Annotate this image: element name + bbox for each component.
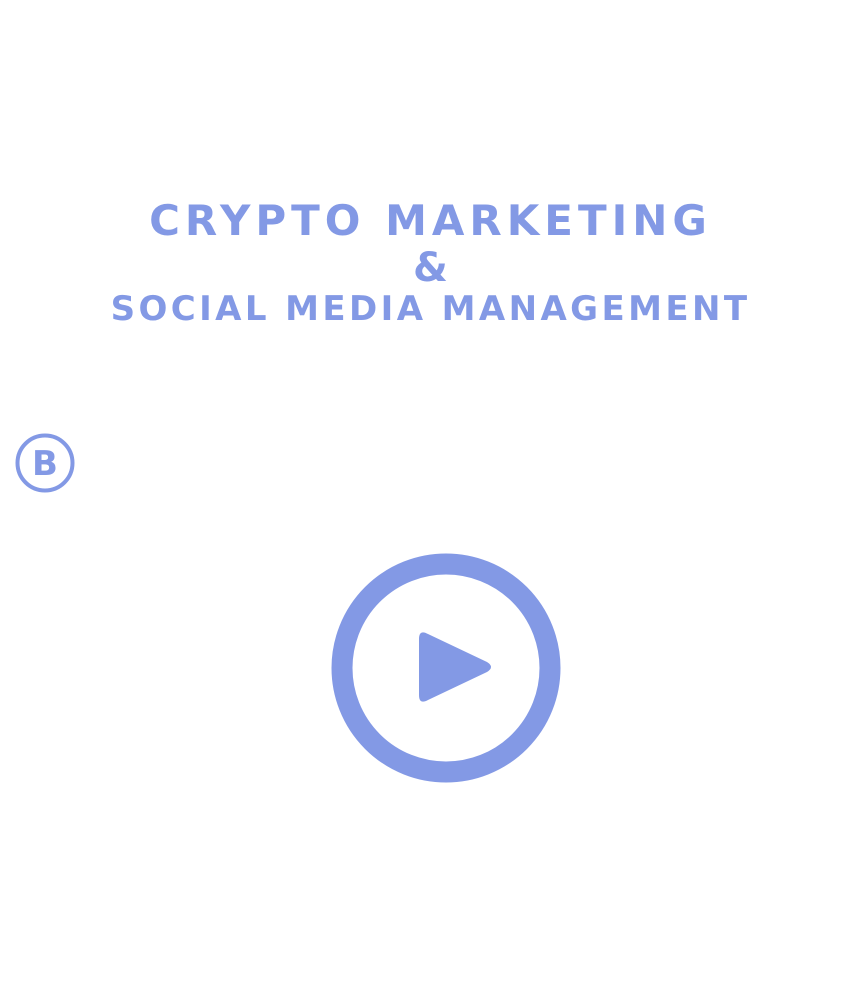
brand-b-circle-icon[interactable]: B — [15, 433, 75, 493]
hero-title-ampersand: & — [413, 245, 448, 291]
play-circle-icon[interactable] — [331, 553, 561, 783]
page: CRYPTO MARKETING & SOCIAL MEDIA MANAGEME… — [0, 0, 861, 1000]
play-triangle-icon — [419, 632, 491, 702]
hero-title-line-1: CRYPTO MARKETING — [149, 196, 712, 245]
hero-title-line-2: SOCIAL MEDIA MANAGEMENT — [110, 289, 751, 329]
brand-logo-letter: B — [32, 444, 58, 484]
